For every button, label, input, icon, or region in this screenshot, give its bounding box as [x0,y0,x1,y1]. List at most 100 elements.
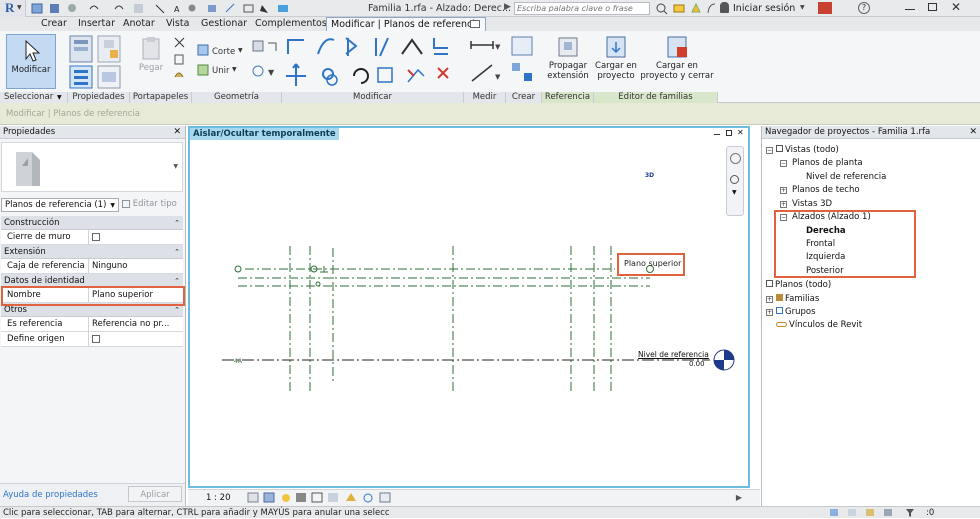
close-icon[interactable]: ✕ [951,0,961,14]
collapse-icon: ⌃ [174,219,180,227]
propagate-extension-button[interactable]: Propagar extensión [544,34,592,90]
ribbon-minimize-icon[interactable] [470,20,480,28]
tree-3d-views[interactable]: Vistas 3D [792,199,832,209]
rotate-icon [353,68,369,84]
user-icon[interactable] [720,2,729,13]
collapse-toggle[interactable]: − [766,147,773,154]
tree-ref-level[interactable]: Nivel de referencia [806,172,886,182]
tab-gestionar[interactable]: Gestionar [201,17,247,31]
geometry-extra-icons[interactable]: ▼ [250,39,280,87]
properties-help-link[interactable]: Ayuda de propiedades [3,490,98,500]
prop-value[interactable]: Ninguno [88,259,180,273]
panel-label-modify: Modificar [282,92,464,103]
maximize-icon[interactable] [928,3,937,11]
mirror-axis-icon [345,37,358,56]
panel-label-geometry: Geometría [192,92,282,103]
tree-floor-plans[interactable]: Planos de planta [792,158,863,168]
quick-access-icons[interactable]: A [30,2,360,15]
expand-toggle[interactable]: + [780,201,787,208]
exchange-apps-icon[interactable] [818,2,832,14]
chevron-down-icon[interactable]: ▼ [732,189,737,196]
view-minimize-icon[interactable] [714,134,720,135]
help-icon[interactable]: ? [858,2,870,14]
tree-families[interactable]: Familias [776,294,819,304]
tab-modificar-planos[interactable]: Modificar | Planos de referencia [326,17,486,31]
measure-icons[interactable]: ▼▼ [468,37,502,87]
apply-button[interactable]: Aplicar [128,486,182,502]
create-icons[interactable] [508,35,538,89]
infocenter-icons[interactable] [656,2,724,15]
close-icon[interactable]: ✕ [173,126,181,139]
tab-complementos[interactable]: Complementos [255,17,327,31]
paste-button[interactable]: Pegar [134,35,168,89]
tab-crear[interactable]: Crear [41,17,67,31]
chevron-down-icon[interactable]: ▼ [232,66,237,73]
level-value-label[interactable]: 0.00 [689,360,705,368]
prop-value-checkbox[interactable] [88,332,180,346]
chevron-down-icon[interactable]: ▼ [57,94,62,101]
checkbox[interactable] [92,334,100,343]
view-close-icon[interactable]: ✕ [737,128,744,137]
views-icon [776,145,783,152]
expand-toggle[interactable]: + [766,309,773,316]
tree-revit-links[interactable]: Vínculos de Revit [776,320,862,330]
project-browser: Navegador de proyectos - Familia 1.rfa ✕… [761,126,980,506]
prop-label: Cierre de muro [7,232,71,242]
chevron-down-icon[interactable]: ▼ [800,4,805,11]
collapse-toggle[interactable]: − [780,160,787,167]
chevron-down-icon[interactable]: ▼ [238,47,243,54]
prop-label: Define origen [7,334,65,344]
chevron-down-icon: ▼ [110,202,115,209]
tab-insertar[interactable]: Insertar [78,17,115,31]
reference-plane-drawing[interactable]: 4A [190,128,748,486]
modify-button[interactable]: Modificar [6,34,56,89]
tab-anotar[interactable]: Anotar [123,17,155,31]
scale-selector[interactable]: 1 : 20 [206,493,231,503]
close-icon[interactable]: ✕ [969,126,977,139]
prop-row-es-referencia: Es referencia Referencia no pr... [1,317,183,332]
category-construccion[interactable]: Construcción ⌃ [1,216,183,230]
reveal-hidden-icon [363,493,373,503]
chevron-down-icon[interactable]: ▼ [173,163,178,170]
view-canvas[interactable]: Aislar/Ocultar temporalmente 3D 4A Nivel… [188,126,750,488]
tab-vista[interactable]: Vista [166,17,189,31]
panel-label-reference: Referencia [542,92,594,103]
search-input[interactable] [514,2,650,15]
prop-value[interactable]: Referencia no pr... [88,317,180,331]
checkbox[interactable] [92,232,100,241]
expand-toggle[interactable]: + [766,296,773,303]
minimize-icon[interactable] [905,9,915,10]
create-group-icon [511,36,533,56]
tree-views-all[interactable]: Vistas (todo) [776,145,839,155]
edit-type-button[interactable]: Editar tipo [122,199,177,209]
thin-lines-icon [225,3,235,13]
tree-groups[interactable]: Grupos [776,307,816,317]
properties-panel-icons[interactable] [66,34,126,90]
load-into-project-button[interactable]: Cargar en proyecto [594,34,638,90]
type-selector[interactable]: Planos de referencia (1) ▼ [1,198,119,212]
tree-ceiling-plans[interactable]: Planos de techo [792,185,860,195]
level-name-label[interactable]: Nivel de referencia [638,350,709,359]
category-label: Datos de identidad [4,276,85,286]
steering-wheel-icon[interactable] [730,153,741,164]
view-control-icons[interactable] [242,491,402,505]
category-label: Construcción [4,218,60,228]
modify-tools-icons[interactable] [284,34,460,90]
chevron-right-icon[interactable]: ▶ [504,2,511,12]
cut-geometry-icons[interactable] [196,43,210,83]
application-menu-button[interactable]: R ▼ [0,0,26,17]
category-extension[interactable]: Extensión ⌃ [1,245,183,259]
view-restore-icon[interactable] [726,130,732,136]
plane-name-label[interactable]: Plano superior [624,259,681,268]
cut-geometry-label[interactable]: Corte [212,47,235,57]
expand-toggle[interactable]: + [780,187,787,194]
zoom-icon[interactable] [730,175,739,184]
signin-link[interactable]: Iniciar sesión [733,3,795,14]
clipboard-small-icons[interactable] [172,35,188,89]
tree-sheets[interactable]: Planos (todo) [766,280,831,290]
join-geometry-label[interactable]: Unir [212,66,229,76]
scroll-right-icon[interactable]: ▶ [736,493,742,502]
collapse-icon: ⌃ [174,248,180,256]
load-and-close-button[interactable]: Cargar en proyecto y cerrar [640,34,714,90]
prop-value-checkbox[interactable] [88,230,180,244]
